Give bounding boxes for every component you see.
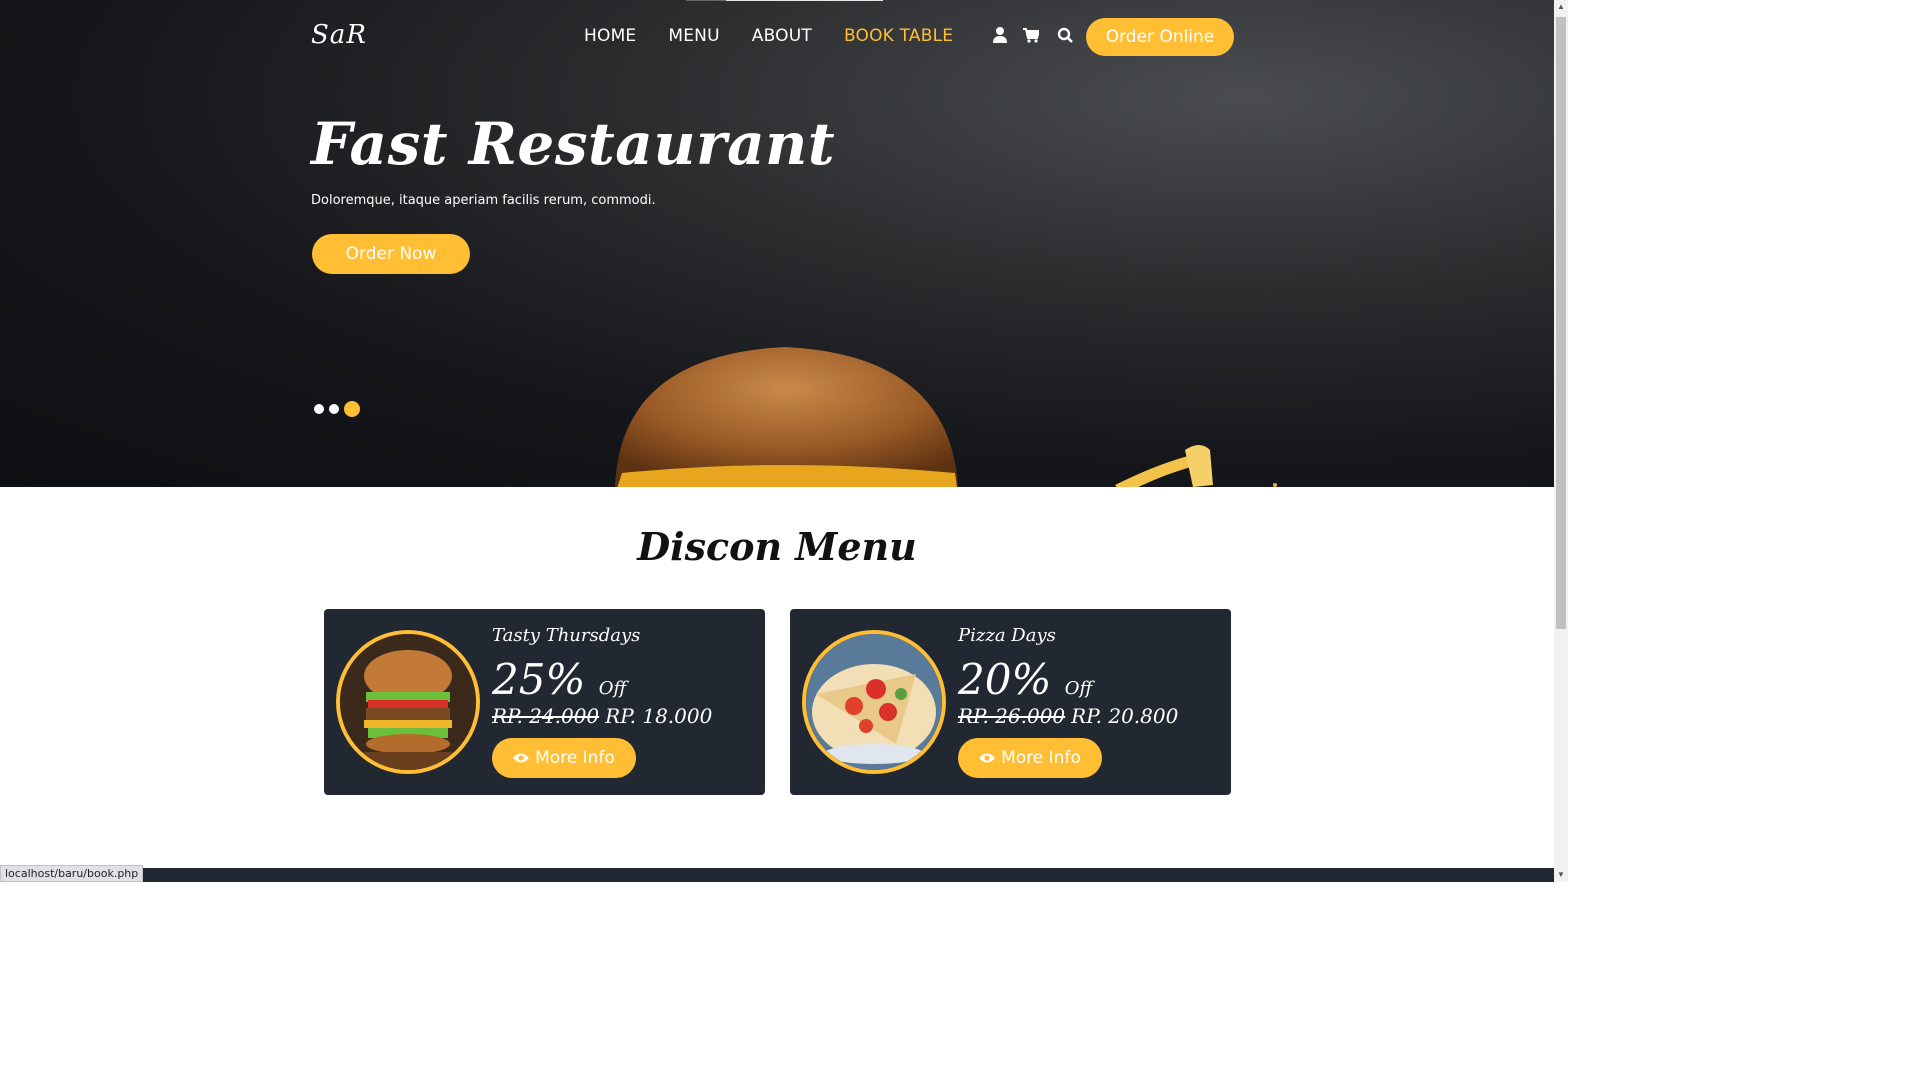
offer-name: Pizza Days <box>958 625 1056 646</box>
cart-icon[interactable] <box>1023 26 1041 46</box>
header-icons <box>993 26 1073 46</box>
carousel-dot-active[interactable] <box>344 401 360 417</box>
carousel-dot[interactable] <box>314 404 324 414</box>
offer-percent: 20% Off <box>958 655 1093 704</box>
scroll-down-arrow[interactable]: ▼ <box>1554 868 1568 882</box>
top-line <box>686 0 726 1</box>
order-now-button[interactable]: Order Now <box>312 234 470 274</box>
hero-title: Fast Restaurant <box>311 110 836 178</box>
hero-subtitle: Doloremque, itaque aperiam facilis rerum… <box>311 193 656 208</box>
offer-card: Tasty Thursdays 25% Off RP. 24.000 RP. 18… <box>324 609 765 795</box>
order-online-button[interactable]: Order Online <box>1086 18 1234 56</box>
main-nav: HOME MENU ABOUT BOOK TABLE <box>584 26 985 46</box>
burger-image <box>615 347 958 487</box>
offer-card: Pizza Days 20% Off RP. 26.000 RP. 20.800 … <box>790 609 1231 795</box>
user-icon[interactable] <box>993 26 1009 46</box>
eye-icon <box>513 753 530 763</box>
nav-book-table[interactable]: BOOK TABLE <box>844 26 953 46</box>
carousel-indicators <box>314 401 360 417</box>
more-info-button[interactable]: More Info <box>958 738 1102 778</box>
hero-section: SaR HOME MENU ABOUT BOOK TABLE Order Onl… <box>0 0 1554 487</box>
top-line <box>726 0 883 1</box>
status-bar-url: localhost/baru/book.php <box>0 865 144 882</box>
nav-home[interactable]: HOME <box>584 26 636 46</box>
offer-price: RP. 26.000 RP. 20.800 <box>958 704 1178 728</box>
search-icon[interactable] <box>1057 26 1073 46</box>
offer-price: RP. 24.000 RP. 18.000 <box>492 704 712 728</box>
scrollbar-thumb[interactable] <box>1556 17 1566 629</box>
site-logo[interactable]: SaR <box>311 20 367 50</box>
new-price: RP. 18.000 <box>605 704 713 728</box>
offer-percent: 25% Off <box>492 655 627 704</box>
offer-image-burger <box>336 630 480 774</box>
fries-image <box>1115 445 1277 487</box>
old-price: RP. 26.000 <box>958 704 1066 728</box>
new-price: RP. 20.800 <box>1071 704 1179 728</box>
scroll-up-arrow[interactable]: ▲ <box>1554 0 1568 14</box>
footer-strip <box>0 868 1554 882</box>
carousel-dot[interactable] <box>329 404 339 414</box>
offer-name: Tasty Thursdays <box>492 625 641 646</box>
more-info-button[interactable]: More Info <box>492 738 636 778</box>
offer-image-pizza <box>802 630 946 774</box>
nav-menu[interactable]: MENU <box>668 26 719 46</box>
section-title: Discon Menu <box>637 524 917 569</box>
eye-icon <box>979 753 996 763</box>
old-price: RP. 24.000 <box>492 704 600 728</box>
nav-about[interactable]: ABOUT <box>752 26 812 46</box>
